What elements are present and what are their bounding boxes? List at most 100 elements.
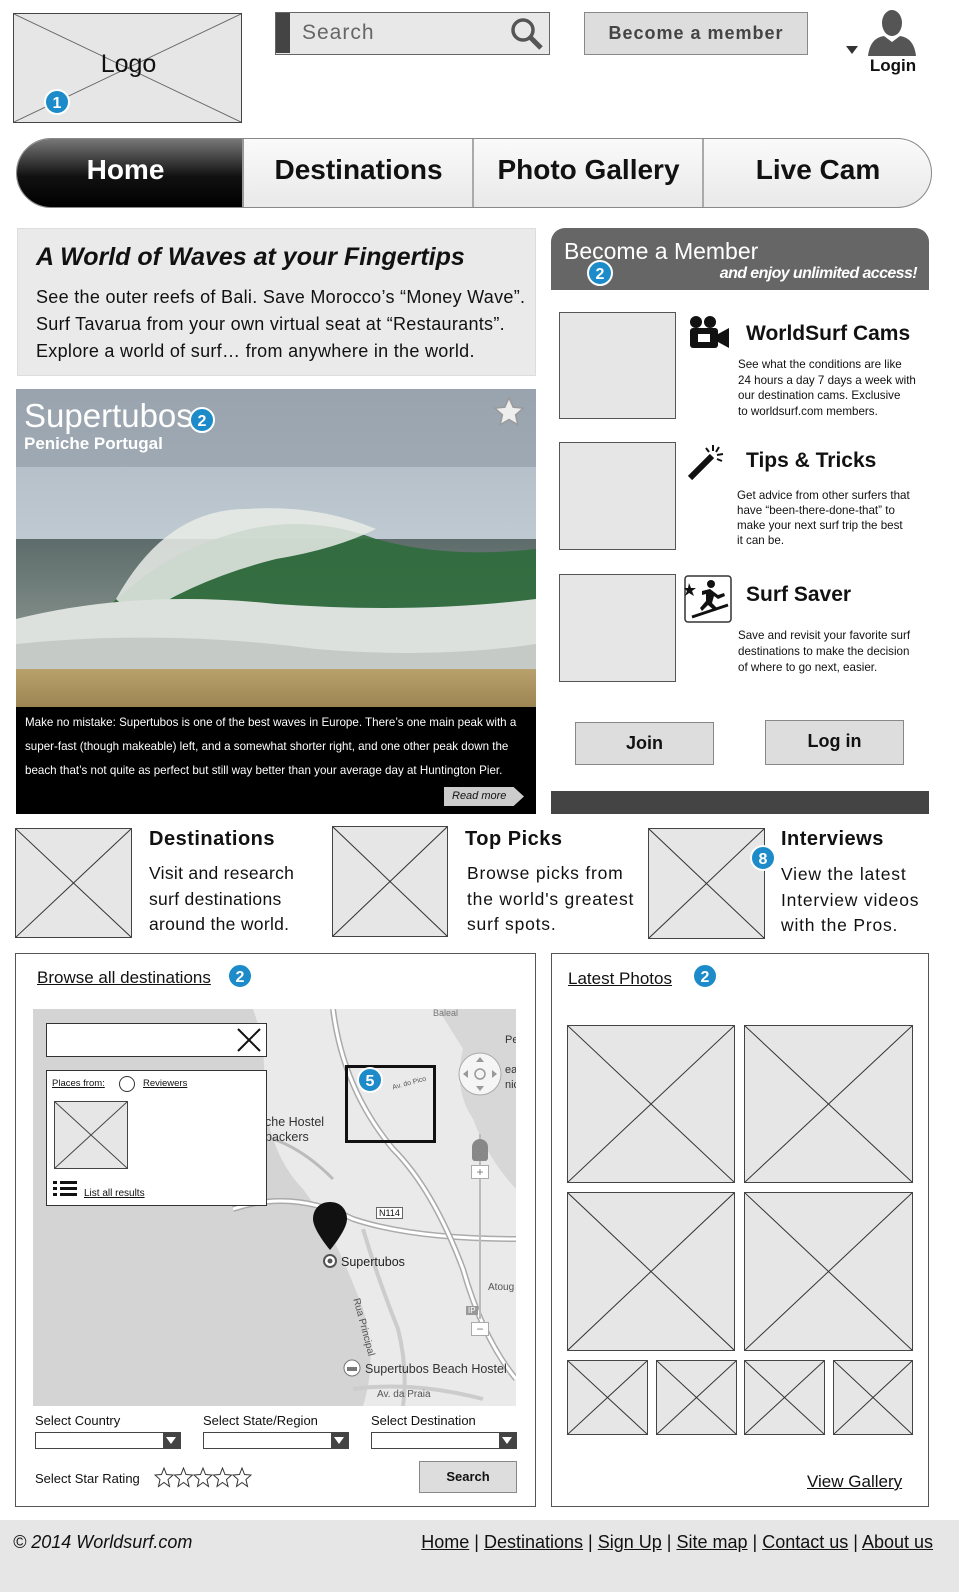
tab-live-cam-label: Live Cam	[755, 154, 881, 185]
tab-destinations[interactable]: Destinations	[245, 139, 474, 207]
footer-link-contact[interactable]: Contact us	[762, 1532, 848, 1552]
main-nav: Home Destinations Photo Gallery Live Cam	[16, 138, 932, 208]
annotation-badge: 2	[227, 963, 253, 989]
member-item-title: Surf Saver	[746, 583, 852, 606]
member-item-desc: See what the conditions are like 24 hour…	[738, 357, 916, 419]
browse-all-link[interactable]: Browse all destinations	[37, 968, 211, 988]
logo-label: Logo	[100, 50, 157, 78]
intro-line-1: See the outer reefs of Bali. Save Morocc…	[36, 287, 526, 307]
tab-destinations-label: Destinations	[274, 154, 443, 185]
search-box[interactable]: Search	[275, 12, 550, 55]
read-more-label: Read more	[452, 790, 507, 802]
magic-wand-icon	[687, 445, 724, 481]
tab-home[interactable]: Home	[17, 139, 244, 207]
list-all-results-link[interactable]: List all results	[84, 1188, 145, 1199]
tab-photo-gallery[interactable]: Photo Gallery	[475, 139, 704, 207]
footer-links: Home | Destinations | Sign Up | Site map…	[421, 1532, 933, 1553]
member-item-desc: Save and revisit your favorite surf dest…	[738, 628, 910, 676]
clear-icon[interactable]	[235, 1026, 263, 1054]
reviewers-radio[interactable]	[119, 1076, 135, 1092]
tab-photo-gallery-label: Photo Gallery	[497, 154, 680, 185]
promo-image[interactable]	[15, 828, 132, 938]
zoom-slider[interactable]	[479, 1134, 481, 1319]
result-thumbnail[interactable]	[54, 1101, 128, 1169]
footer-link-destinations[interactable]: Destinations	[484, 1532, 583, 1552]
dropdown-arrow-icon[interactable]	[846, 46, 858, 54]
member-item-image	[559, 442, 676, 550]
feature-desc-2: super-fast (though makeable) left, and a…	[25, 740, 509, 753]
map-search-input[interactable]	[46, 1023, 267, 1057]
zoom-out-button[interactable]: −	[471, 1322, 489, 1336]
footer-link-home[interactable]: Home	[421, 1532, 469, 1552]
feature-title: Supertubos	[24, 397, 193, 434]
separator: |	[848, 1532, 862, 1552]
photo-thumbnail[interactable]	[744, 1025, 913, 1183]
desc-line: our destination cams. Exclusive	[738, 389, 901, 402]
feature-subtitle: Peniche Portugal	[24, 434, 163, 453]
separator: |	[469, 1532, 484, 1552]
view-gallery-link[interactable]: View Gallery	[807, 1472, 902, 1492]
tab-live-cam[interactable]: Live Cam	[705, 139, 931, 207]
promo-title[interactable]: Top Picks	[465, 828, 563, 851]
join-button[interactable]: Join	[575, 722, 714, 765]
login-button[interactable]: Log in	[765, 720, 904, 765]
footer-link-about[interactable]: About us	[862, 1532, 933, 1552]
footer-link-signup[interactable]: Sign Up	[598, 1532, 662, 1552]
member-item-title: Tips & Tricks	[746, 449, 877, 472]
pan-control-icon[interactable]	[457, 1051, 503, 1097]
footer: © 2014 Worldsurf.com Home | Destinations…	[0, 1520, 959, 1592]
star-rating-icon[interactable]	[154, 1467, 252, 1489]
photo-thumbnail[interactable]	[744, 1192, 913, 1351]
promo-image[interactable]	[332, 826, 448, 937]
promo-line: surf spots.	[467, 914, 557, 934]
places-from-link[interactable]: Places from:	[52, 1078, 105, 1089]
photo-thumbnail[interactable]	[656, 1360, 737, 1435]
login-link[interactable]: Login	[862, 56, 924, 76]
intro-title: A World of Waves at your Fingertips	[36, 243, 465, 271]
video-camera-icon	[690, 316, 729, 348]
photo-thumbnail[interactable]	[567, 1025, 735, 1183]
map-graphic	[33, 1009, 516, 1406]
favorite-star-icon[interactable]	[492, 395, 526, 429]
intro-panel: A World of Waves at your Fingertips See …	[17, 228, 536, 376]
promo-image[interactable]	[648, 828, 765, 939]
photo-thumbnail[interactable]	[833, 1360, 913, 1435]
browse-panel: Browse all destinations Baleal che Hoste…	[15, 953, 536, 1507]
desc-line: 24 hours a day 7 days a week with	[738, 373, 916, 387]
search-button[interactable]: Search	[419, 1461, 517, 1493]
read-more-button[interactable]: Read more	[444, 787, 524, 806]
promo-line: with the Pros.	[781, 915, 899, 935]
annotation-badge: 2	[692, 963, 718, 989]
member-panel-tagline: and enjoy unlimited access!	[719, 265, 918, 282]
feature-card[interactable]: Supertubos Peniche Portugal Make no mist…	[16, 389, 536, 814]
footer-link-sitemap[interactable]: Site map	[676, 1532, 747, 1552]
user-avatar-icon[interactable]	[866, 8, 918, 56]
destination-select[interactable]	[371, 1432, 517, 1449]
promo-desc: View the latest Interview videos with th…	[781, 862, 919, 939]
annotation-badge: 5	[357, 1067, 383, 1093]
hotel-icon	[343, 1359, 361, 1377]
zoom-in-button[interactable]: +	[471, 1165, 489, 1179]
star-rating-label: Select Star Rating	[35, 1471, 140, 1486]
desc-line: of where to go next, easier.	[738, 661, 878, 674]
promo-title[interactable]: Interviews	[781, 828, 884, 851]
photo-thumbnail[interactable]	[567, 1360, 648, 1435]
desc-line: See what the conditions are like	[738, 358, 902, 371]
search-input[interactable]: Search	[302, 21, 375, 45]
search-icon[interactable]	[509, 16, 545, 52]
photo-thumbnail[interactable]	[567, 1192, 735, 1351]
country-select[interactable]	[35, 1432, 181, 1449]
latest-photos-link[interactable]: Latest Photos	[568, 969, 672, 989]
promo-title[interactable]: Destinations	[149, 828, 275, 851]
tab-home-label: Home	[86, 154, 165, 185]
become-member-button[interactable]: Become a member	[584, 12, 808, 55]
reviewers-link[interactable]: Reviewers	[143, 1078, 187, 1089]
photo-thumbnail[interactable]	[744, 1360, 825, 1435]
map-view[interactable]: Baleal che Hostel packers N114 Pe ea nic…	[33, 1009, 516, 1406]
annotation-badge: 1	[44, 89, 70, 115]
separator: |	[747, 1532, 763, 1552]
street-view-icon[interactable]	[472, 1139, 488, 1161]
member-panel-footer	[551, 791, 929, 814]
state-select[interactable]	[203, 1432, 349, 1449]
desc-line: have “been-there-done-that” to	[737, 504, 895, 517]
